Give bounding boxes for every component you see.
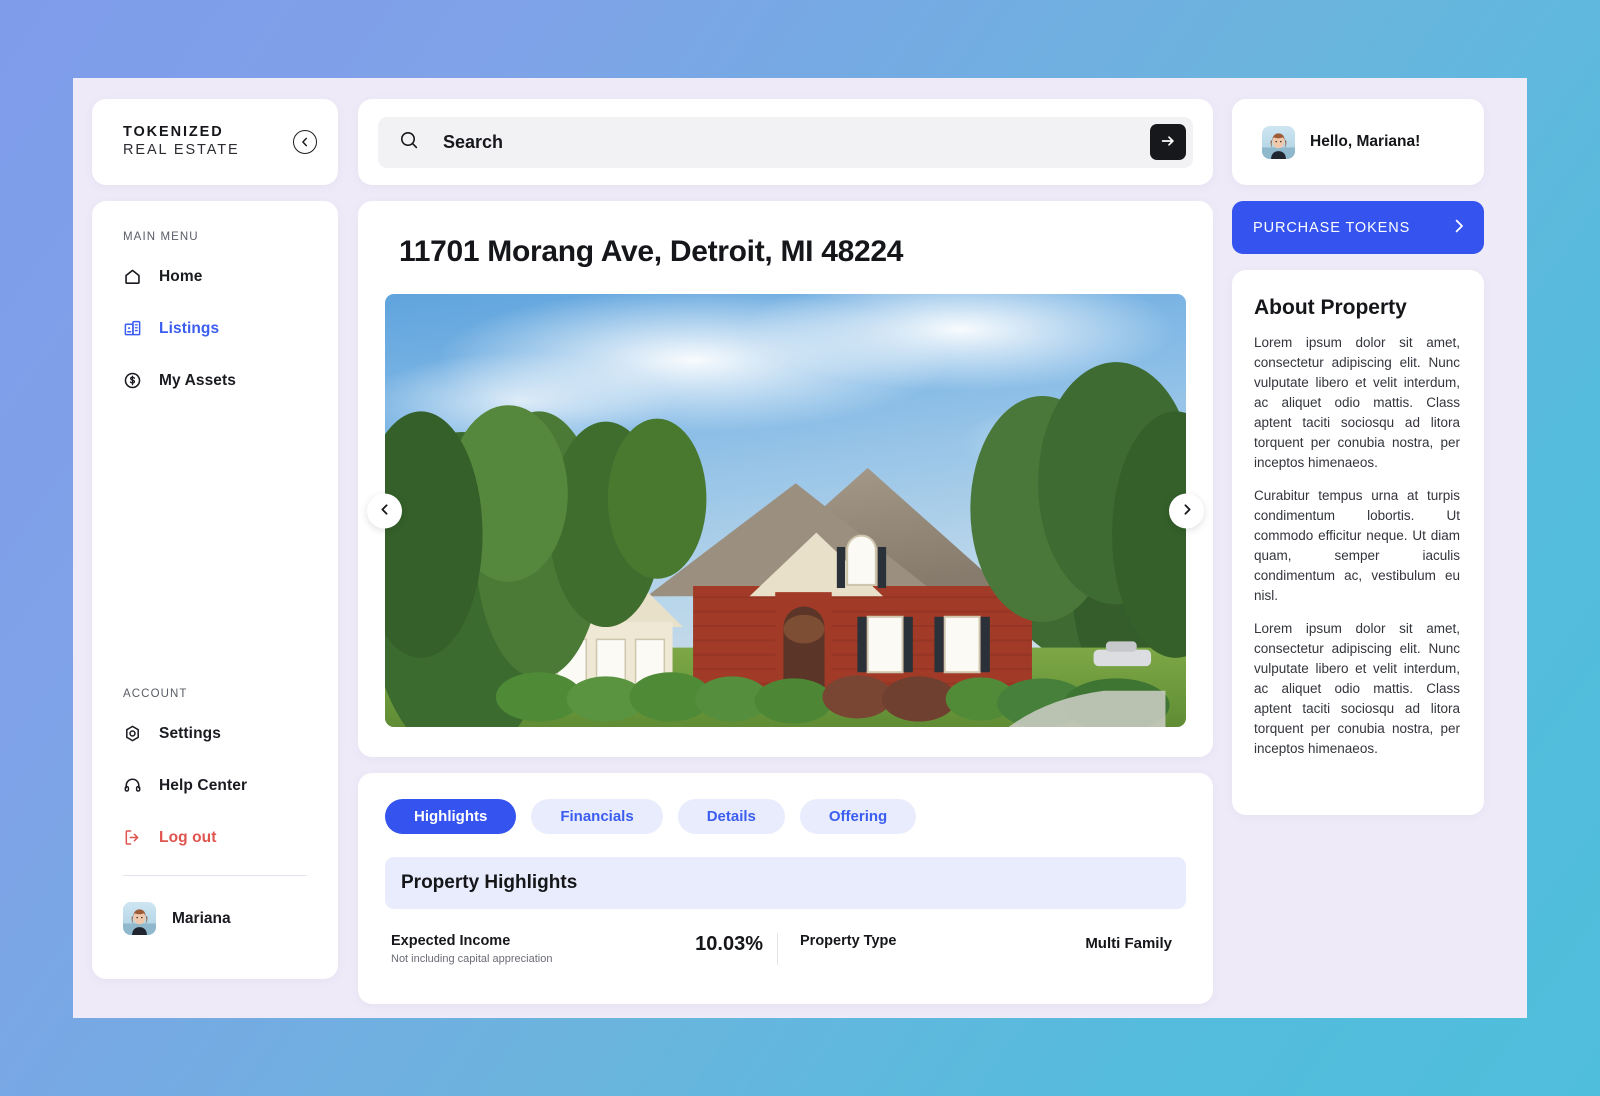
account-section: ACCOUNT Settings Help Center Log out Mar… xyxy=(92,688,338,935)
tab-highlights[interactable]: Highlights xyxy=(385,799,517,834)
sidebar-item-label: Settings xyxy=(159,724,221,742)
property-photo xyxy=(385,294,1186,727)
search-bar[interactable] xyxy=(378,116,1193,168)
property-card: 11701 Morang Ave, Detroit, MI 48224 xyxy=(358,201,1213,757)
sidebar-item-my-assets[interactable]: My Assets xyxy=(92,366,338,395)
nav-menu: MAIN MENU Home Listings My Assets ACCOUN… xyxy=(92,201,338,979)
chevron-right-icon xyxy=(1451,218,1467,237)
sidebar-item-label: Log out xyxy=(159,828,217,846)
gallery-prev-button[interactable] xyxy=(367,493,402,528)
property-gallery xyxy=(367,294,1204,727)
tab-bar: Highlights Financials Details Offering xyxy=(385,799,1186,834)
property-details-card: Highlights Financials Details Offering P… xyxy=(358,773,1213,1004)
search-submit-button[interactable] xyxy=(1150,124,1186,160)
brand-line-2: REAL ESTATE xyxy=(123,142,240,158)
profile-name: Mariana xyxy=(172,909,231,927)
tab-financials[interactable]: Financials xyxy=(531,799,663,834)
avatar xyxy=(1262,125,1295,159)
about-paragraph: Lorem ipsum dolor sit amet, consectetur … xyxy=(1254,621,1460,756)
sidebar-item-listings[interactable]: Listings xyxy=(92,314,338,343)
highlight-value: Multi Family xyxy=(1085,935,1172,952)
avatar xyxy=(123,902,156,935)
sidebar-item-label: Help Center xyxy=(159,776,248,794)
about-paragraph: Curabitur tempus urna at turpis condimen… xyxy=(1254,488,1460,603)
highlights-grid: Expected Income Not including capital ap… xyxy=(385,933,1186,966)
sidebar-item-help-center[interactable]: Help Center xyxy=(92,771,338,800)
home-icon xyxy=(123,267,142,286)
arrow-right-icon xyxy=(1160,133,1176,152)
purchase-tokens-label: PURCHASE TOKENS xyxy=(1253,219,1411,236)
tab-offering[interactable]: Offering xyxy=(799,799,917,834)
purchase-tokens-button[interactable]: PURCHASE TOKENS xyxy=(1232,201,1484,254)
brand-line-1: TOKENIZED xyxy=(123,124,224,141)
highlight-label: Property Type xyxy=(800,933,897,949)
right-panel: Hello, Mariana! PURCHASE TOKENS About Pr… xyxy=(1232,99,1484,815)
chevron-right-icon xyxy=(1181,503,1193,518)
about-property-card: About Property Lorem ipsum dolor sit ame… xyxy=(1232,270,1484,815)
sidebar-divider xyxy=(123,875,307,876)
gear-icon xyxy=(123,724,142,743)
main-menu-label: MAIN MENU xyxy=(123,231,199,243)
sidebar: TOKENIZED REAL ESTATE MAIN MENU Home Lis… xyxy=(92,99,338,979)
logout-icon xyxy=(123,828,142,847)
page-title: 11701 Morang Ave, Detroit, MI 48224 xyxy=(399,235,904,268)
highlights-section-title: Property Highlights xyxy=(385,857,1186,909)
main-content: 11701 Morang Ave, Detroit, MI 48224 xyxy=(358,99,1213,1004)
greeting-text: Hello, Mariana! xyxy=(1310,133,1421,150)
about-property-title: About Property xyxy=(1254,296,1407,319)
sidebar-item-label: Home xyxy=(159,267,203,285)
gallery-next-button[interactable] xyxy=(1169,493,1204,528)
search-icon xyxy=(399,130,419,155)
sidebar-item-settings[interactable]: Settings xyxy=(92,719,338,748)
highlight-row: Property Type Multi Family xyxy=(777,933,1186,966)
account-label: ACCOUNT xyxy=(123,688,188,700)
tab-details[interactable]: Details xyxy=(677,799,785,834)
sidebar-item-log-out[interactable]: Log out xyxy=(92,823,338,852)
about-paragraph: Lorem ipsum dolor sit amet, consectetur … xyxy=(1254,335,1460,470)
building-icon xyxy=(123,319,142,338)
dollar-circle-icon xyxy=(123,371,142,390)
greeting-card: Hello, Mariana! xyxy=(1232,99,1484,185)
highlight-label: Expected Income xyxy=(391,933,511,949)
chevron-left-circle-icon[interactable] xyxy=(293,130,317,154)
brand-logo: TOKENIZED REAL ESTATE xyxy=(123,124,240,159)
sidebar-item-label: Listings xyxy=(159,319,220,337)
brand-card: TOKENIZED REAL ESTATE xyxy=(92,99,338,185)
app-window: TOKENIZED REAL ESTATE MAIN MENU Home Lis… xyxy=(73,78,1527,1018)
search-card xyxy=(358,99,1213,185)
sidebar-item-home[interactable]: Home xyxy=(92,262,338,291)
search-input[interactable] xyxy=(443,131,1126,153)
highlight-row: Expected Income Not including capital ap… xyxy=(385,933,777,965)
highlight-sublabel: Not including capital appreciation xyxy=(391,953,553,966)
chevron-left-icon xyxy=(379,503,391,518)
headset-icon xyxy=(123,776,142,795)
sidebar-item-label: My Assets xyxy=(159,371,236,389)
sidebar-profile[interactable]: Mariana xyxy=(92,902,338,935)
highlight-value: 10.03% xyxy=(695,933,763,955)
